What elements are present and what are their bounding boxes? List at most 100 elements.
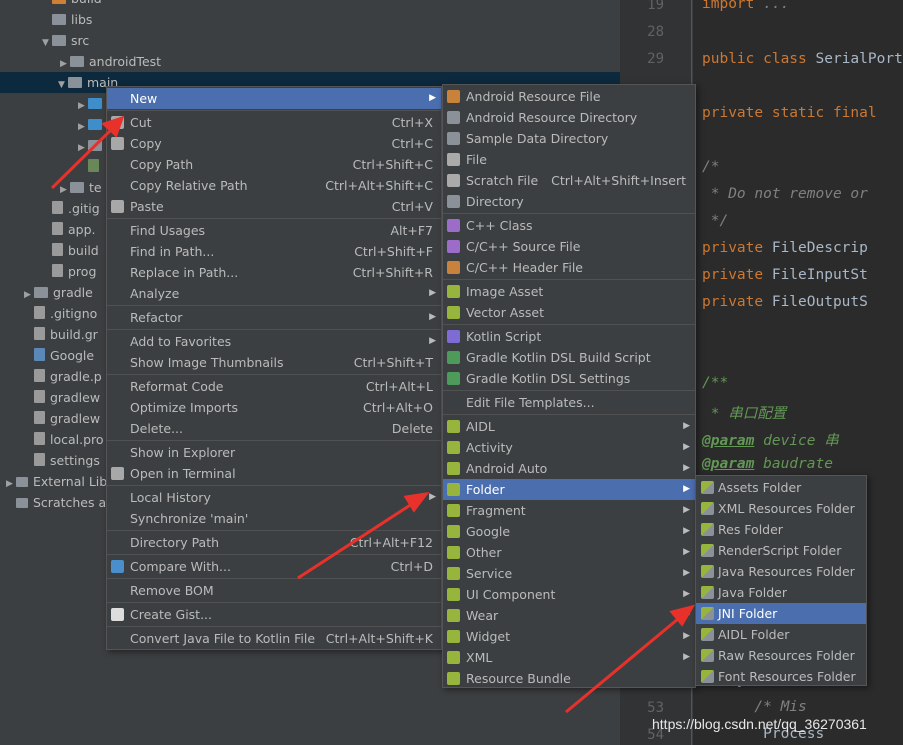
- tree-item[interactable]: ▶ te: [60, 177, 102, 198]
- menu-item-copy-path[interactable]: Copy Path Ctrl+Shift+C: [107, 154, 441, 175]
- tree-item[interactable]: gradlew: [24, 387, 100, 408]
- tree-item[interactable]: ▶: [78, 93, 107, 114]
- menu-item-gradle-kotlin-dsl-build-script[interactable]: Gradle Kotlin DSL Build Script: [443, 347, 695, 368]
- menu-item-other[interactable]: Other ▶: [443, 542, 695, 563]
- menu-item-vector-asset[interactable]: Vector Asset: [443, 302, 695, 323]
- menu-item-label: Activity: [466, 440, 513, 455]
- menu-item-c-c-source-file[interactable]: C/C++ Source File: [443, 236, 695, 257]
- menu-item-assets-folder[interactable]: Assets Folder: [696, 477, 866, 498]
- tree-item[interactable]: ▶ androidTest: [60, 51, 161, 72]
- tree-item[interactable]: gradle.p: [24, 366, 102, 387]
- tree-item[interactable]: prog: [42, 261, 96, 282]
- menu-item-optimize-imports[interactable]: Optimize Imports Ctrl+Alt+O: [107, 397, 441, 418]
- tree-item[interactable]: settings: [24, 450, 100, 471]
- tree-item-label: settings: [50, 453, 100, 468]
- menu-item-label: Copy: [130, 136, 162, 151]
- tree-item[interactable]: libs: [42, 9, 92, 30]
- menu-item-refactor[interactable]: Refactor ▶: [107, 307, 441, 328]
- expand-arrow-icon[interactable]: ▼: [58, 75, 68, 96]
- menu-item-directory-path[interactable]: Directory Path Ctrl+Alt+F12: [107, 532, 441, 553]
- menu-item-paste[interactable]: Paste Ctrl+V: [107, 196, 441, 217]
- menu-item-remove-bom[interactable]: Remove BOM: [107, 580, 441, 601]
- menu-item-cut[interactable]: Cut Ctrl+X: [107, 112, 441, 133]
- tree-item[interactable]: gradlew: [24, 408, 100, 429]
- menu-item-c-c-header-file[interactable]: C/C++ Header File: [443, 257, 695, 278]
- menu-item-label: XML: [466, 650, 493, 665]
- menu-item-scratch-file[interactable]: Scratch File Ctrl+Alt+Shift+Insert: [443, 170, 695, 191]
- tree-item[interactable]: build: [42, 240, 99, 261]
- file-icon: [34, 327, 45, 340]
- menu-item-google[interactable]: Google ▶: [443, 521, 695, 542]
- menu-item-add-to-favorites[interactable]: Add to Favorites ▶: [107, 331, 441, 352]
- menu-item-android-resource-directory[interactable]: Android Resource Directory: [443, 107, 695, 128]
- menu-item-kotlin-script[interactable]: Kotlin Script: [443, 326, 695, 347]
- menu-item-label: RenderScript Folder: [718, 543, 842, 558]
- menu-item-service[interactable]: Service ▶: [443, 563, 695, 584]
- menu-item-fragment[interactable]: Fragment ▶: [443, 500, 695, 521]
- menu-item-folder[interactable]: Folder ▶: [443, 479, 695, 500]
- menu-item-xml-resources-folder[interactable]: XML Resources Folder: [696, 498, 866, 519]
- menu-item-android-auto[interactable]: Android Auto ▶: [443, 458, 695, 479]
- tree-item[interactable]: ▶ External Lib: [6, 471, 107, 492]
- menu-item-open-in-terminal[interactable]: Open in Terminal: [107, 463, 441, 484]
- menu-item-xml[interactable]: XML ▶: [443, 647, 695, 668]
- menu-item-create-gist[interactable]: Create Gist...: [107, 604, 441, 625]
- menu-item-file[interactable]: File: [443, 149, 695, 170]
- menu-item-copy[interactable]: Copy Ctrl+C: [107, 133, 441, 154]
- tree-item[interactable]: build.gr: [24, 324, 98, 345]
- tree-item[interactable]: ▶ gradle: [24, 282, 93, 303]
- menu-item-find-in-path[interactable]: Find in Path... Ctrl+Shift+F: [107, 241, 441, 262]
- tree-item[interactable]: [78, 156, 104, 177]
- menu-item-compare-with[interactable]: Compare With... Ctrl+D: [107, 556, 441, 577]
- menu-item-wear[interactable]: Wear ▶: [443, 605, 695, 626]
- folder-icon: [52, 14, 66, 25]
- menu-item-local-history[interactable]: Local History ▶: [107, 487, 441, 508]
- tree-item[interactable]: build: [42, 0, 102, 9]
- tree-item[interactable]: app.: [42, 219, 96, 240]
- menu-item-activity[interactable]: Activity ▶: [443, 437, 695, 458]
- menu-item-ui-component[interactable]: UI Component ▶: [443, 584, 695, 605]
- menu-item-convert-java-file-to-kotlin-file[interactable]: Convert Java File to Kotlin File Ctrl+Alt…: [107, 628, 441, 649]
- menu-item-label: Java Resources Folder: [718, 564, 855, 579]
- menu-item-resource-bundle[interactable]: Resource Bundle: [443, 668, 695, 689]
- menu-item-shortcut: Ctrl+Alt+F12: [349, 535, 433, 550]
- submenu-arrow-icon: ▶: [429, 93, 436, 103]
- tree-item[interactable]: .gitig: [42, 198, 100, 219]
- menu-item-reformat-code[interactable]: Reformat Code Ctrl+Alt+L: [107, 376, 441, 397]
- tree-item[interactable]: Google: [24, 345, 94, 366]
- tree-item[interactable]: ▶: [78, 114, 107, 135]
- tree-item[interactable]: .gitigno: [24, 303, 97, 324]
- tree-item[interactable]: Scratches a: [6, 492, 106, 513]
- menu-item-renderscript-folder[interactable]: RenderScript Folder: [696, 540, 866, 561]
- menu-item-find-usages[interactable]: Find Usages Alt+F7: [107, 220, 441, 241]
- menu-item-aidl[interactable]: AIDL ▶: [443, 416, 695, 437]
- menu-item-image-asset[interactable]: Image Asset: [443, 281, 695, 302]
- menu-item-widget[interactable]: Widget ▶: [443, 626, 695, 647]
- menu-item-show-image-thumbnails[interactable]: Show Image Thumbnails Ctrl+Shift+T: [107, 352, 441, 373]
- tree-item[interactable]: ▼ src: [42, 30, 89, 51]
- menu-item-new[interactable]: New ▶: [107, 88, 441, 109]
- menu-item-res-folder[interactable]: Res Folder: [696, 519, 866, 540]
- menu-item-java-resources-folder[interactable]: Java Resources Folder: [696, 561, 866, 582]
- menu-item-directory[interactable]: Directory: [443, 191, 695, 212]
- menu-item-replace-in-path[interactable]: Replace in Path... Ctrl+Shift+R: [107, 262, 441, 283]
- menu-item-c-class[interactable]: C++ Class: [443, 215, 695, 236]
- menu-item-aidl-folder[interactable]: AIDL Folder: [696, 624, 866, 645]
- menu-item-synchronize-main[interactable]: Synchronize 'main': [107, 508, 441, 529]
- menu-item-android-resource-file[interactable]: Android Resource File: [443, 86, 695, 107]
- menu-item-delete[interactable]: Delete... Delete: [107, 418, 441, 439]
- menu-item-shortcut: Alt+F7: [390, 223, 433, 238]
- tree-item[interactable]: ▶: [78, 135, 107, 156]
- menu-item-copy-relative-path[interactable]: Copy Relative Path Ctrl+Alt+Shift+C: [107, 175, 441, 196]
- tree-item[interactable]: local.pro: [24, 429, 104, 450]
- menu-item-font-resources-folder[interactable]: Font Resources Folder: [696, 666, 866, 687]
- menu-item-java-folder[interactable]: Java Folder: [696, 582, 866, 603]
- expand-arrow-icon[interactable]: ▼: [42, 33, 52, 54]
- menu-item-edit-file-templates[interactable]: Edit File Templates...: [443, 392, 695, 413]
- menu-item-raw-resources-folder[interactable]: Raw Resources Folder: [696, 645, 866, 666]
- menu-item-analyze[interactable]: Analyze ▶: [107, 283, 441, 304]
- menu-item-gradle-kotlin-dsl-settings[interactable]: Gradle Kotlin DSL Settings: [443, 368, 695, 389]
- menu-item-show-in-explorer[interactable]: Show in Explorer: [107, 442, 441, 463]
- menu-item-jni-folder[interactable]: JNI Folder: [696, 603, 866, 624]
- menu-item-sample-data-directory[interactable]: Sample Data Directory: [443, 128, 695, 149]
